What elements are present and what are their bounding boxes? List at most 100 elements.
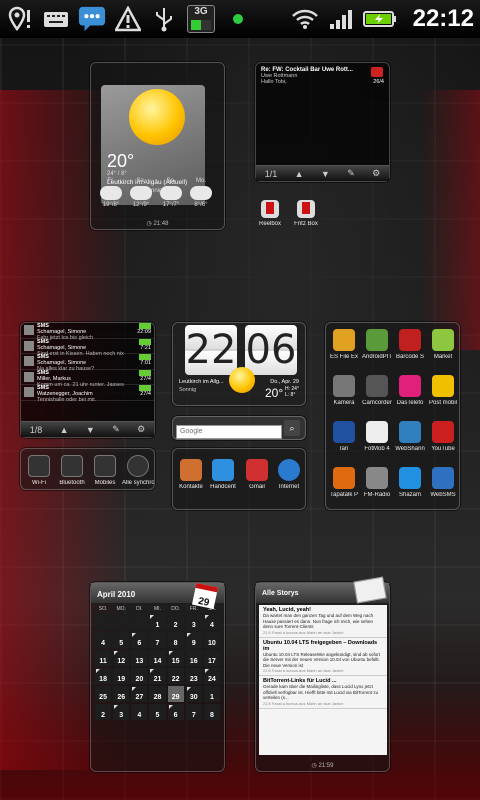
search-input[interactable] (176, 424, 282, 439)
up-arrow-icon[interactable]: ▲ (60, 425, 69, 435)
calendar-day[interactable]: 1 (149, 614, 166, 630)
news-item[interactable]: Yeah, Lucid, yeah! Da wartet man den ganz… (259, 605, 387, 638)
calendar-day[interactable]: 3 (113, 704, 130, 720)
calendar-day[interactable] (95, 614, 112, 630)
calendar-day[interactable]: 2 (167, 614, 184, 630)
calendar-day[interactable]: 2 (95, 704, 112, 720)
up-arrow-icon[interactable]: ▲ (295, 169, 304, 179)
calendar-day[interactable]: 13 (131, 650, 148, 666)
calendar-day[interactable]: 7 (185, 704, 202, 720)
calendar-day[interactable] (131, 614, 148, 630)
down-arrow-icon[interactable]: ▼ (86, 425, 95, 435)
toggle-bluetooth[interactable]: Bluetooth (56, 455, 88, 486)
sms-row-3[interactable]: SMS Miller, Markus Komm um ca. 21 uhr runt… (21, 369, 154, 388)
sms-row-1[interactable]: SMS Schamagel, Simone Sind erst in Kissen.… (21, 338, 154, 357)
weather-widget[interactable]: 20° 24° / 8° Leutkirch im Allgäu (Aktuel… (90, 62, 225, 230)
calendar-day[interactable]: 29 (167, 686, 184, 702)
settings-icon[interactable]: ⚙ (372, 168, 380, 179)
calendar-widget[interactable]: April 2010 29 SO. MO. DI. MI. DO. FR. SA. 1 2 3 4 4… (90, 582, 225, 772)
calendar-day[interactable]: 19 (113, 668, 130, 684)
calendar-day[interactable]: 5 (149, 704, 166, 720)
calendar-day[interactable]: 4 (95, 632, 112, 648)
calendar-day[interactable]: 15 (167, 650, 184, 666)
app-es-file-ex[interactable]: ES File Ex (328, 329, 360, 360)
toggle-wifi[interactable]: Wi-Fi (23, 455, 55, 486)
app-youtube[interactable]: YouTube (427, 421, 459, 452)
calendar-day[interactable]: 6 (131, 632, 148, 648)
calendar-day[interactable]: 14 (149, 650, 166, 666)
toggle-mobile-data[interactable]: Mobiles (89, 455, 121, 486)
calendar-day[interactable]: 27 (131, 686, 148, 702)
calendar-day[interactable]: 10 (203, 632, 220, 648)
calendar-day[interactable]: 8 (203, 704, 220, 720)
bookmark-icon (261, 200, 279, 218)
app-shazam[interactable]: Shazam (394, 467, 426, 498)
calendar-day[interactable]: 5 (113, 632, 130, 648)
app-kamera[interactable]: Kamera (328, 375, 360, 406)
app-handcent[interactable]: Handcent (207, 459, 239, 490)
calendar-day[interactable]: 18 (95, 668, 112, 684)
mail-item[interactable]: Re: FW: Cocktail Bar Uwe Rott... Uwe Rot… (256, 63, 389, 89)
app-fm-radio[interactable]: FM-Radio (361, 467, 393, 498)
compose-icon[interactable]: ✎ (347, 168, 355, 179)
app-tapatalk-p[interactable]: Tapatalk P (328, 467, 360, 498)
app-market[interactable]: Market (427, 329, 459, 360)
calendar-day[interactable]: 30 (185, 686, 202, 702)
calendar-day[interactable]: 22 (167, 668, 184, 684)
calendar-day[interactable] (113, 614, 130, 630)
calendar-day[interactable]: 12 (113, 650, 130, 666)
calendar-day[interactable]: 7 (149, 632, 166, 648)
calendar-day[interactable]: 6 (167, 704, 184, 720)
news-item[interactable]: Ubuntu 10.04 LTS freigegeben – Downloads… (259, 638, 387, 676)
calendar-day[interactable]: 1 (203, 686, 220, 702)
app-icon (366, 421, 388, 443)
clock-condition: Sonnig (179, 387, 197, 393)
calendar-day[interactable]: 11 (95, 650, 112, 666)
app-ran[interactable]: ran (328, 421, 360, 452)
calendar-day[interactable]: 17 (203, 650, 220, 666)
mail-widget[interactable]: Re: FW: Cocktail Bar Uwe Rott... Uwe Rot… (255, 62, 390, 182)
google-search-widget[interactable]: ⌕ (172, 416, 306, 440)
app-barcode-s[interactable]: Barcode S (394, 329, 426, 360)
app-dastelefo[interactable]: DasTelefo (394, 375, 426, 406)
down-arrow-icon[interactable]: ▼ (321, 169, 330, 179)
calendar-day[interactable]: 23 (185, 668, 202, 684)
calendar-day[interactable]: 8 (167, 632, 184, 648)
calendar-day[interactable]: 4 (203, 614, 220, 630)
news-item[interactable]: BitTorrent-Links für Lucid ... Gerade kam… (259, 676, 387, 709)
calendar-day[interactable]: 26 (113, 686, 130, 702)
sms-row-0[interactable]: SMS Schamagel, Simone Fahr jetzt los bis g… (21, 323, 154, 341)
calendar-day[interactable]: 20 (131, 668, 148, 684)
calendar-day[interactable]: 25 (95, 686, 112, 702)
calendar-day[interactable]: 4 (131, 704, 148, 720)
settings-icon[interactable]: ⚙ (137, 424, 145, 435)
calendar-day[interactable]: 16 (185, 650, 202, 666)
calendar-day[interactable]: 28 (149, 686, 166, 702)
compose-icon[interactable]: ✎ (112, 424, 120, 435)
app-internet[interactable]: Internet (273, 459, 305, 490)
sms-widget[interactable]: SMS Schamagel, Simone Fahr jetzt los bis g… (20, 322, 155, 438)
calendar-day[interactable]: 9 (185, 632, 202, 648)
app-androidpit[interactable]: AndroidPIT (361, 329, 393, 360)
news-widget[interactable]: Alle Storys Yeah, Lucid, yeah! Da wartet … (255, 576, 390, 772)
app-websms[interactable]: WebSMS (427, 467, 459, 498)
toggle-sync[interactable]: Alle synchro (122, 455, 154, 486)
app-camcorder[interactable]: Camcorder (361, 375, 393, 406)
app-fotmob-4[interactable]: FotMob 4 (361, 421, 393, 452)
status-bar[interactable]: 3G 22:12 (0, 0, 480, 38)
sms-row-4[interactable]: SMS Watzenegger, Joachim Tennishalle oder … (21, 385, 154, 403)
app-kontakte[interactable]: Kontakte (175, 459, 207, 490)
clock-weather-widget[interactable]: 22 06 Leutkirch im Allg... Sonnig Do., A… (172, 322, 306, 406)
app-folder-grid[interactable]: ES File Ex AndroidPIT Barcode S Market Kamer… (325, 322, 460, 510)
search-icon[interactable]: ⌕ (284, 420, 300, 436)
dock-apps[interactable]: Kontakte Handcent Gmail Internet (172, 448, 306, 510)
shortcut-fritzbox[interactable]: Fritz Box (284, 200, 328, 227)
app-websharin[interactable]: WebSharin (394, 421, 426, 452)
calendar-day[interactable]: 3 (185, 614, 202, 630)
calendar-day[interactable]: 21 (149, 668, 166, 684)
calendar-day[interactable]: 24 (203, 668, 220, 684)
app-post-mobil[interactable]: Post mobil (427, 375, 459, 406)
app-gmail[interactable]: Gmail (241, 459, 273, 490)
settings-toggles[interactable]: Wi-Fi Bluetooth Mobiles Alle synchro (20, 448, 155, 490)
sms-row-2[interactable]: SMS Schamagel, Simone Na alles klar zu hau… (21, 354, 154, 372)
